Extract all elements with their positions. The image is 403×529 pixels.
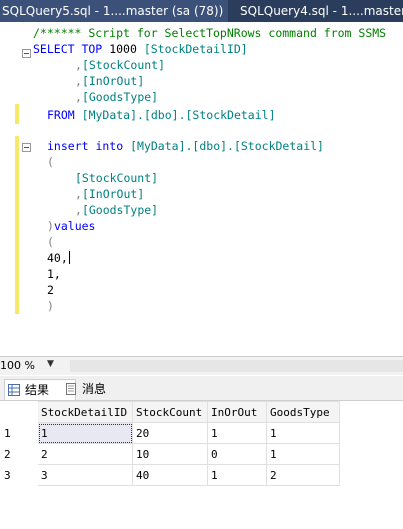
column-header[interactable]: StockCount [132,401,208,423]
change-marker [15,104,19,124]
code-line-11: ,[InOrOut] [75,187,145,201]
table-row[interactable]: 3 3 40 1 2 [0,464,340,486]
code-line-6: FROM [MyData].[dbo].[StockDetail] [47,108,276,122]
row-number: 3 [0,464,38,486]
message-icon [66,383,76,395]
tab-messages-label: 消息 [82,382,107,396]
editor-status-bar: 100 % ▼ [0,356,403,375]
collapse-icon[interactable] [22,143,31,152]
code-line-17: 2 [47,283,54,297]
code-line-18: ) [47,299,54,313]
column-header[interactable]: GoodsType [266,401,340,423]
code-line-3: ,[StockCount] [75,58,166,72]
row-number: 2 [0,443,38,465]
table-cell[interactable]: 10 [132,443,208,465]
table-header-row: StockDetailID StockCount InOrOut GoodsTy… [0,401,340,423]
grid-icon [8,384,20,396]
row-number-header [0,401,38,423]
horizontal-scrollbar[interactable] [70,360,403,372]
code-line-15: 40, [47,251,70,265]
table-cell[interactable]: 1 [207,422,267,444]
table-cell[interactable]: 40 [132,464,208,486]
table-cell[interactable]: 1 [266,422,340,444]
table-cell[interactable]: 1 [266,443,340,465]
table-cell[interactable]: 2 [37,443,133,465]
tab-results-label: 结果 [25,383,50,397]
code-line-2: SELECT TOP 1000 [StockDetailID] [33,42,248,56]
code-line-10: [StockCount] [75,171,159,185]
table-row[interactable]: 1 1 20 1 1 [0,422,340,444]
tab-messages[interactable]: 消息 [62,379,132,399]
change-marker [15,136,19,314]
results-grid[interactable]: StockDetailID StockCount InOrOut GoodsTy… [0,401,403,529]
column-header[interactable]: StockDetailID [37,401,133,423]
tab-sqlquery4[interactable]: SQLQuery4.sql - 1....master [240,0,403,22]
code-line-5: ,[GoodsType] [75,90,159,104]
table-cell[interactable]: 2 [266,464,340,486]
chevron-down-icon[interactable]: ▼ [47,359,54,369]
row-number: 1 [0,422,38,444]
document-tab-strip: SQLQuery5.sql - 1....master (sa (78)) SQ… [0,0,403,22]
results-table: StockDetailID StockCount InOrOut GoodsTy… [0,401,340,486]
code-line-14: ( [47,235,54,249]
table-row[interactable]: 2 2 10 0 1 [0,443,340,465]
code-line-4: ,[InOrOut] [75,74,145,88]
code-line-9: ( [47,155,54,169]
table-cell[interactable]: 1 [37,422,133,444]
code-line-12: ,[GoodsType] [75,203,159,217]
code-line-1: /****** Script for SelectTopNRows comman… [33,26,387,40]
table-cell[interactable]: 3 [37,464,133,486]
code-line-13: )values [47,219,96,233]
text-cursor [68,251,70,264]
query-editor[interactable]: /****** Script for SelectTopNRows comman… [0,22,403,356]
zoom-level[interactable]: 100 % [0,359,35,372]
table-cell[interactable]: 20 [132,422,208,444]
table-cell[interactable]: 0 [207,443,267,465]
code-line-16: 1, [47,267,61,281]
table-cell[interactable]: 1 [207,464,267,486]
column-header[interactable]: InOrOut [207,401,267,423]
results-tab-strip: 结果 消息 [0,376,403,401]
tab-sqlquery5[interactable]: SQLQuery5.sql - 1....master (sa (78)) [0,0,228,22]
code-line-8: insert into [MyData].[dbo].[StockDetail] [47,139,324,153]
collapse-icon[interactable] [22,49,31,58]
